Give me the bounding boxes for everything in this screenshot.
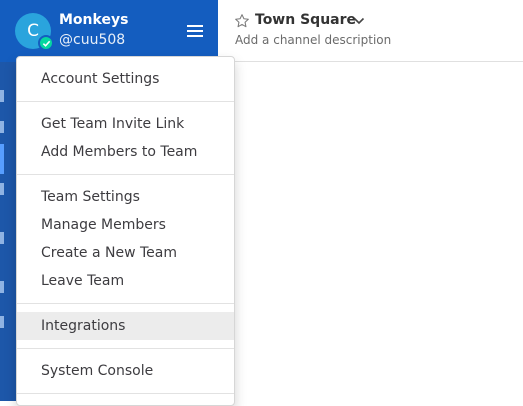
menu-divider bbox=[17, 303, 234, 304]
sidebar-item-marker bbox=[0, 232, 4, 244]
main-menu-dropdown: Account Settings Get Team Invite Link Ad… bbox=[16, 56, 235, 406]
chevron-down-icon[interactable] bbox=[353, 15, 365, 27]
menu-divider bbox=[17, 174, 234, 175]
star-icon[interactable] bbox=[234, 13, 250, 29]
sidebar-header: C Monkeys @cuu508 bbox=[0, 0, 218, 62]
menu-item-add-members-to-team[interactable]: Add Members to Team bbox=[17, 138, 234, 166]
sidebar-item-marker bbox=[0, 121, 4, 133]
sidebar-item-marker bbox=[0, 281, 4, 293]
menu-item-create-new-team[interactable]: Create a New Team bbox=[17, 239, 234, 267]
sidebar-item-marker bbox=[0, 183, 4, 195]
menu-item-team-settings[interactable]: Team Settings bbox=[17, 183, 234, 211]
channel-description[interactable]: Add a channel description bbox=[235, 33, 391, 47]
menu-item-leave-team[interactable]: Leave Team bbox=[17, 267, 234, 295]
channel-name[interactable]: Town Square bbox=[255, 12, 356, 28]
online-status-icon bbox=[38, 35, 54, 51]
menu-divider bbox=[17, 101, 234, 102]
sidebar-item-marker bbox=[0, 316, 4, 328]
sidebar-active-indicator bbox=[0, 144, 4, 174]
menu-divider bbox=[17, 393, 234, 394]
username[interactable]: @cuu508 bbox=[59, 32, 125, 48]
menu-item-get-team-invite-link[interactable]: Get Team Invite Link bbox=[17, 110, 234, 138]
menu-item-system-console[interactable]: System Console bbox=[17, 357, 234, 385]
team-name[interactable]: Monkeys bbox=[59, 12, 128, 28]
menu-item-integrations[interactable]: Integrations bbox=[17, 312, 234, 340]
menu-divider bbox=[17, 348, 234, 349]
menu-item-account-settings[interactable]: Account Settings bbox=[17, 65, 234, 93]
channel-header: Town Square Add a channel description bbox=[218, 0, 523, 62]
menu-item-manage-members[interactable]: Manage Members bbox=[17, 211, 234, 239]
avatar-letter: C bbox=[27, 21, 39, 41]
main-menu-icon[interactable] bbox=[185, 22, 205, 40]
sidebar-item-marker bbox=[0, 90, 4, 102]
